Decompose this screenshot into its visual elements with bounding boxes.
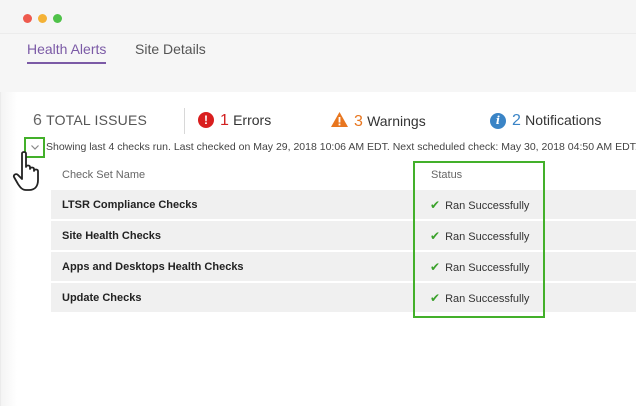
close-window-button[interactable] [23, 14, 32, 23]
table-header: Check Set Name Status [51, 160, 636, 190]
status-text: Ran Successfully [445, 293, 530, 305]
warnings-summary[interactable]: 3 Warnings [331, 112, 426, 131]
title-bar [0, 0, 636, 34]
errors-count: 1 [220, 112, 229, 129]
info-icon: i [490, 113, 506, 129]
table-row[interactable]: Update Checks ✔ Ran Successfully [51, 283, 636, 312]
table-row[interactable]: LTSR Compliance Checks ✔ Ran Successfully [51, 190, 636, 219]
table-row[interactable]: Apps and Desktops Health Checks ✔ Ran Suc… [51, 252, 636, 281]
status-text: Ran Successfully [445, 200, 530, 212]
warnings-label: Warnings [367, 113, 426, 129]
minimize-window-button[interactable] [38, 14, 47, 23]
error-icon: ! [198, 112, 214, 128]
check-set-table: Check Set Name Status LTSR Compliance Ch… [51, 160, 636, 314]
summary-divider [184, 108, 185, 134]
checkmark-icon: ✔ [430, 260, 441, 274]
issues-summary: 6 TOTAL ISSUES ! 1 Errors 3 Warnings i2 N… [0, 108, 636, 138]
check-set-name: Site Health Checks [62, 230, 162, 242]
app-window: Health Alerts Site Details 6 TOTAL ISSUE… [0, 0, 636, 406]
column-header-status[interactable]: Status [431, 169, 462, 181]
status-cell: ✔ Ran Successfully [430, 260, 529, 274]
status-cell: ✔ Ran Successfully [430, 229, 529, 243]
hand-pointer-icon [12, 151, 39, 191]
tab-site-details[interactable]: Site Details [135, 41, 206, 57]
checkmark-icon: ✔ [430, 198, 441, 212]
tab-bar: Health Alerts Site Details [0, 34, 636, 92]
notifications-summary[interactable]: i2 Notifications [490, 112, 601, 130]
errors-label: Errors [233, 112, 272, 128]
tab-health-alerts[interactable]: Health Alerts [27, 41, 107, 64]
warning-icon [331, 112, 348, 131]
status-text: Ran Successfully [445, 262, 530, 274]
status-text: Ran Successfully [445, 231, 530, 243]
maximize-window-button[interactable] [53, 14, 62, 23]
errors-summary[interactable]: ! 1 Errors [198, 112, 271, 130]
checks-info-text: Showing last 4 checks run. Last checked … [46, 141, 636, 153]
total-issues-count: 6 [33, 112, 42, 129]
notifications-count: 2 [512, 112, 521, 129]
total-issues-label: TOTAL ISSUES [46, 112, 148, 128]
check-set-name: Update Checks [62, 292, 142, 304]
check-set-name: Apps and Desktops Health Checks [62, 261, 244, 273]
status-cell: ✔ Ran Successfully [430, 198, 529, 212]
table-row[interactable]: Site Health Checks ✔ Ran Successfully [51, 221, 636, 250]
warnings-count: 3 [354, 113, 363, 130]
notifications-label: Notifications [525, 112, 602, 128]
total-issues: 6 TOTAL ISSUES [33, 112, 147, 130]
column-header-check-set-name[interactable]: Check Set Name [62, 169, 145, 181]
status-cell: ✔ Ran Successfully [430, 291, 529, 305]
checkmark-icon: ✔ [430, 291, 441, 305]
check-set-name: LTSR Compliance Checks [62, 199, 198, 211]
checkmark-icon: ✔ [430, 229, 441, 243]
